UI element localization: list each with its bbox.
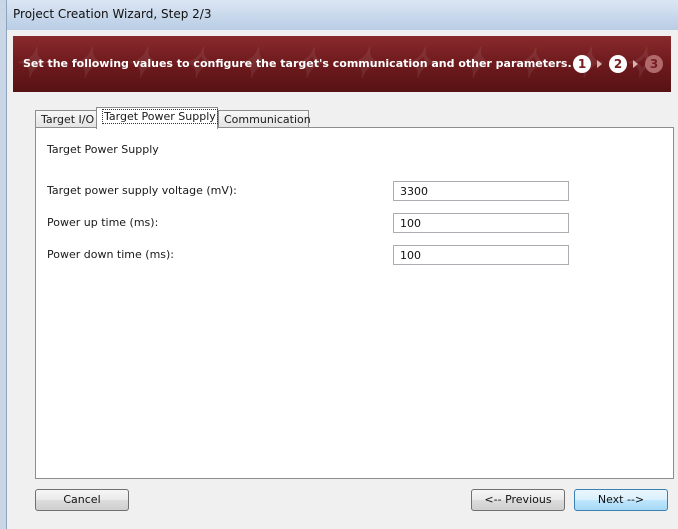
title-bar[interactable]: Project Creation Wizard, Step 2/3	[7, 0, 678, 30]
wizard-banner: ✦ ✧ ✦ ✧ ✦ ✧ ✦ ✧ ✦ ✧ ✦ ✧ Set the followin…	[13, 36, 671, 92]
step-3-badge: 3	[645, 55, 663, 73]
step-arrow-icon	[633, 60, 638, 68]
power-up-time-input[interactable]: 100	[393, 213, 569, 233]
window-title: Project Creation Wizard, Step 2/3	[13, 7, 212, 21]
tab-target-io[interactable]: Target I/O	[35, 110, 99, 128]
cancel-button[interactable]: Cancel	[35, 489, 129, 511]
tab-label: Target Power Supply	[102, 109, 218, 124]
voltage-input[interactable]: 3300	[393, 181, 569, 201]
section-title: Target Power Supply	[47, 143, 159, 156]
tab-panel-power-supply: Target Power Supply Target power supply …	[35, 127, 674, 479]
step-indicator: 1 2 3	[573, 55, 663, 75]
step-arrow-icon	[597, 60, 602, 68]
tab-communication[interactable]: Communication	[218, 110, 311, 128]
step-1-badge: 1	[573, 55, 591, 73]
tab-target-power-supply[interactable]: Target Power Supply	[96, 107, 218, 129]
voltage-label: Target power supply voltage (mV):	[47, 184, 237, 197]
wizard-window: Project Creation Wizard, Step 2/3 ✦ ✧ ✦ …	[6, 0, 678, 529]
banner-message: Set the following values to configure th…	[23, 57, 572, 70]
power-up-time-label: Power up time (ms):	[47, 216, 159, 229]
power-down-time-input[interactable]: 100	[393, 245, 569, 265]
next-button[interactable]: Next -->	[574, 489, 668, 511]
power-down-time-label: Power down time (ms):	[47, 248, 175, 261]
step-2-badge: 2	[609, 55, 627, 73]
previous-button[interactable]: <-- Previous	[471, 489, 565, 511]
